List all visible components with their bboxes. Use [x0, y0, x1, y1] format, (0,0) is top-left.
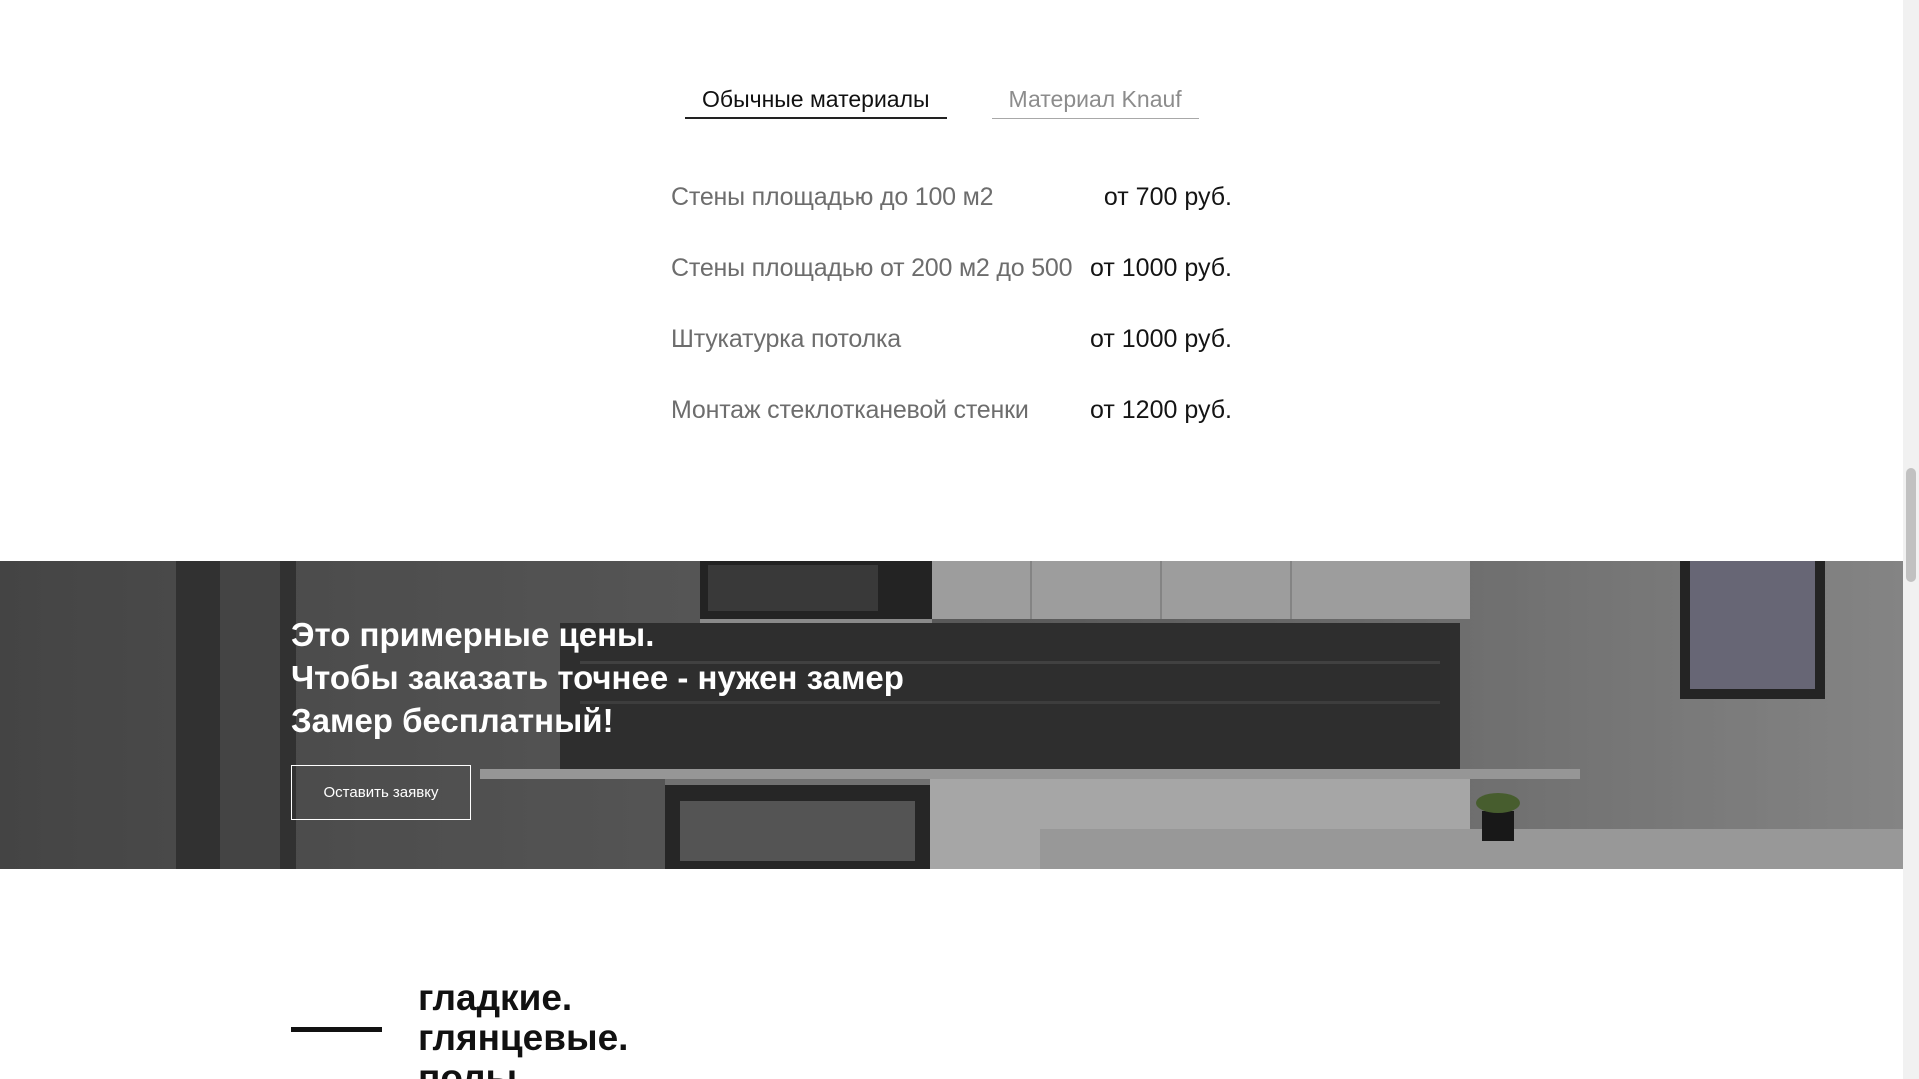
scrollbar-thumb[interactable] [1906, 468, 1916, 582]
price-item-name: Стены площадью до 100 м2 [671, 183, 994, 211]
banner-line: Это примерные цены. [291, 616, 655, 653]
tab-knauf-material[interactable]: Материал Knauf [991, 84, 1199, 119]
page-scrollbar[interactable] [1903, 0, 1919, 1079]
section-title-line: глянцевые. [418, 1017, 629, 1058]
price-item-name: Штукатурка потолка [671, 325, 901, 353]
price-item-value: от 700 руб. [1103, 183, 1232, 211]
price-row: Стены площадью до 100 м2 от 700 руб. [671, 183, 1232, 254]
section-divider-dash [291, 1027, 382, 1032]
cta-banner: Это примерные цены. Чтобы заказать точне… [0, 561, 1903, 869]
page: Обычные материалы Материал Knauf Стены п… [0, 0, 1919, 1079]
price-item-name: Стены площадью от 200 м2 до 500 [671, 254, 1073, 282]
section-title-line: гладкие. [418, 977, 573, 1018]
price-list: Стены площадью до 100 м2 от 700 руб. Сте… [671, 183, 1232, 467]
price-item-value: от 1000 руб. [1090, 325, 1232, 353]
price-item-name: Монтаж стеклотканевой стенки [671, 396, 1029, 424]
material-tabs: Обычные материалы Материал Knauf [685, 84, 1199, 119]
leave-request-button[interactable]: Оставить заявку [291, 765, 471, 820]
section-title: гладкие. глянцевые. полы. [418, 978, 628, 1079]
tab-regular-materials[interactable]: Обычные материалы [685, 84, 947, 119]
price-row: Монтаж стеклотканевой стенки от 1200 руб… [671, 396, 1232, 467]
banner-line: Замер бесплатный! [291, 702, 614, 739]
price-item-value: от 1200 руб. [1090, 396, 1232, 424]
banner-heading: Это примерные цены. Чтобы заказать точне… [291, 613, 904, 742]
banner-line: Чтобы заказать точнее - нужен замер [291, 659, 904, 696]
price-item-value: от 1000 руб. [1090, 254, 1232, 282]
price-row: Штукатурка потолка от 1000 руб. [671, 325, 1232, 396]
banner-overlay [0, 561, 1903, 869]
section-title-line: полы. [418, 1057, 528, 1079]
price-row: Стены площадью от 200 м2 до 500 от 1000 … [671, 254, 1232, 325]
